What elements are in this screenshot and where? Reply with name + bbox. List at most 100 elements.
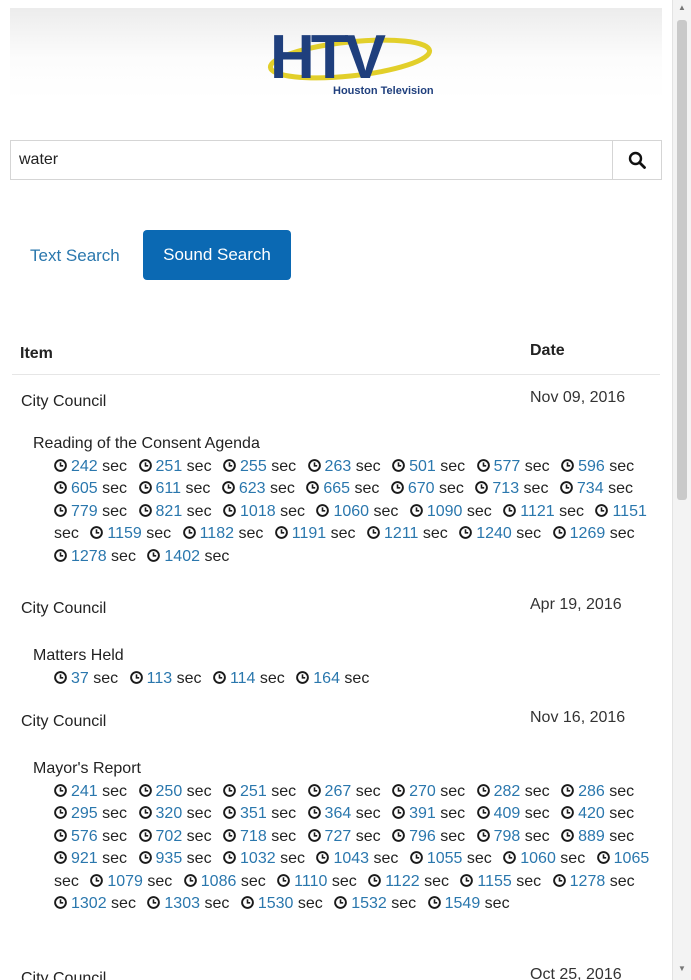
clip-link[interactable]: 1182 sec <box>182 525 271 542</box>
clip-link[interactable]: 921 sec <box>54 850 134 867</box>
clip-link[interactable]: 1191 sec <box>274 525 363 542</box>
clip-link[interactable]: 270 sec <box>392 783 472 800</box>
clip-link[interactable]: 1402 sec <box>147 548 236 565</box>
clip-time: 1079 <box>107 872 143 890</box>
clip-unit: sec <box>344 669 370 687</box>
clip-link[interactable]: 286 sec <box>561 783 641 800</box>
clip-link[interactable]: 164 sec <box>296 670 376 687</box>
clip-link[interactable]: 727 sec <box>307 828 388 845</box>
clip-link[interactable]: 798 sec <box>476 827 557 845</box>
clip-link[interactable]: 576 sec <box>54 828 134 845</box>
clock-icon <box>138 458 152 472</box>
clip-link[interactable]: 1532 sec <box>334 895 423 912</box>
clip-link[interactable]: 1090 sec <box>409 503 499 520</box>
clip-link[interactable]: 1278 sec <box>552 873 642 890</box>
clip-link[interactable]: 251 sec <box>138 458 219 475</box>
clock-icon <box>459 526 473 539</box>
clip-link[interactable]: 1302 sec <box>54 895 143 912</box>
clip-link[interactable]: 1278 sec <box>54 548 143 565</box>
clip-link[interactable]: 320 sec <box>138 805 219 822</box>
clip-link[interactable]: 241 sec <box>54 783 134 800</box>
clip-time: 1065 <box>613 850 650 867</box>
clip-link[interactable]: 364 sec <box>307 805 388 822</box>
clip-link[interactable]: 1549 sec <box>427 895 517 912</box>
clip-link[interactable]: 420 sec <box>561 805 641 822</box>
clip-link[interactable]: 734 sec <box>560 480 640 497</box>
clip-link[interactable]: 242 sec <box>54 458 134 475</box>
scrollbar-thumb[interactable] <box>677 20 687 500</box>
clip-link[interactable]: 255 sec <box>223 458 303 475</box>
clip-link[interactable]: 501 sec <box>392 458 472 475</box>
clip-link[interactable]: 267 sec <box>307 783 388 800</box>
clip-link[interactable]: 623 sec <box>221 480 302 497</box>
clip-link[interactable]: 577 sec <box>476 457 557 475</box>
clip-link[interactable]: 1122 sec <box>368 873 456 890</box>
clip-link[interactable]: 718 sec <box>223 828 303 845</box>
clip-link[interactable]: 114 sec <box>213 670 292 687</box>
clip-link[interactable]: 702 sec <box>138 828 219 845</box>
clip-link[interactable]: 670 sec <box>391 480 471 497</box>
clip-link[interactable]: 1032 sec <box>223 850 312 867</box>
clip-link[interactable]: 1060 sec <box>503 850 592 867</box>
clip-link[interactable]: 1060 sec <box>316 503 405 520</box>
scroll-up-arrow-icon[interactable]: ▲ <box>678 3 686 12</box>
clip-link[interactable]: 796 sec <box>392 828 472 845</box>
clip-link[interactable]: 1086 sec <box>183 873 273 890</box>
clip-link[interactable]: 37 sec <box>54 670 125 687</box>
clip-link[interactable]: 1269 sec <box>552 525 642 542</box>
clip-link[interactable]: 1211 sec <box>367 525 455 542</box>
clip-link[interactable]: 250 sec <box>138 783 219 800</box>
clip-unit: sec <box>524 457 550 475</box>
clip-link[interactable]: 409 sec <box>476 805 557 822</box>
clip-link[interactable]: 391 sec <box>392 805 472 822</box>
clip-link[interactable]: 1155 sec <box>460 873 548 890</box>
clip-link[interactable]: 821 sec <box>138 503 219 520</box>
clip-link[interactable]: 282 sec <box>476 783 557 800</box>
clock-icon <box>476 806 490 819</box>
clip-link[interactable]: 1055 sec <box>409 850 499 867</box>
clip-link[interactable]: 665 sec <box>306 480 386 497</box>
clock-icon <box>392 458 405 472</box>
tab-text-search[interactable]: Text Search <box>30 246 120 266</box>
result-title[interactable]: City Council <box>21 393 106 411</box>
clip-unit: sec <box>524 827 550 845</box>
clip-link[interactable]: 1159 sec <box>90 525 178 542</box>
clip-link[interactable]: 251 sec <box>223 783 303 800</box>
clip-link[interactable]: 935 sec <box>138 850 219 867</box>
clip-link[interactable]: 1530 sec <box>240 895 330 912</box>
agenda-item-title[interactable]: Reading of the Consent Agenda <box>33 433 655 456</box>
clip-link[interactable]: 889 sec <box>561 828 641 845</box>
clip-link[interactable]: 611 sec <box>138 480 218 497</box>
scrollbar[interactable]: ▲ ▼ <box>672 0 691 980</box>
result-title[interactable]: City Council <box>21 600 106 618</box>
clip-link[interactable]: 596 sec <box>561 458 641 475</box>
clip-link[interactable]: 263 sec <box>307 458 388 475</box>
clip-link[interactable]: 1110 sec <box>277 873 364 890</box>
agenda-item-title[interactable]: Mayor's Report <box>33 758 655 781</box>
clip-link[interactable]: 295 sec <box>54 805 134 822</box>
clip-time: 37 <box>71 669 89 687</box>
clip-link[interactable]: 713 sec <box>475 480 555 497</box>
result-date: Nov 16, 2016 <box>530 709 626 726</box>
search-button[interactable] <box>612 140 662 180</box>
clip-link[interactable]: 605 sec <box>54 480 134 497</box>
clip-link[interactable]: 1240 sec <box>459 525 548 542</box>
clip-link[interactable]: 113 sec <box>129 670 209 687</box>
clip-link[interactable]: 1079 sec <box>90 873 179 890</box>
clip-link[interactable]: 1043 sec <box>316 850 405 867</box>
clip-unit: sec <box>111 895 136 912</box>
clip-link[interactable]: 779 sec <box>54 503 134 520</box>
result-title[interactable]: City Council <box>21 970 106 980</box>
scroll-down-arrow-icon[interactable]: ▼ <box>678 964 686 973</box>
clip-link[interactable]: 351 sec <box>223 805 303 822</box>
tab-sound-search[interactable]: Sound Search <box>143 230 291 280</box>
agenda-item-title[interactable]: Matters Held <box>33 645 655 668</box>
search-input[interactable] <box>10 140 612 180</box>
result-title[interactable]: City Council <box>21 713 106 731</box>
clip-unit: sec <box>440 827 466 845</box>
clip-link[interactable]: 1303 sec <box>147 895 236 912</box>
clip-link[interactable]: 1121 sec <box>503 503 591 520</box>
htv-logo[interactable]: HTV Houston Television <box>258 12 458 100</box>
clip-link[interactable]: 1018 sec <box>223 503 312 520</box>
clip-time: 501 <box>409 457 436 475</box>
